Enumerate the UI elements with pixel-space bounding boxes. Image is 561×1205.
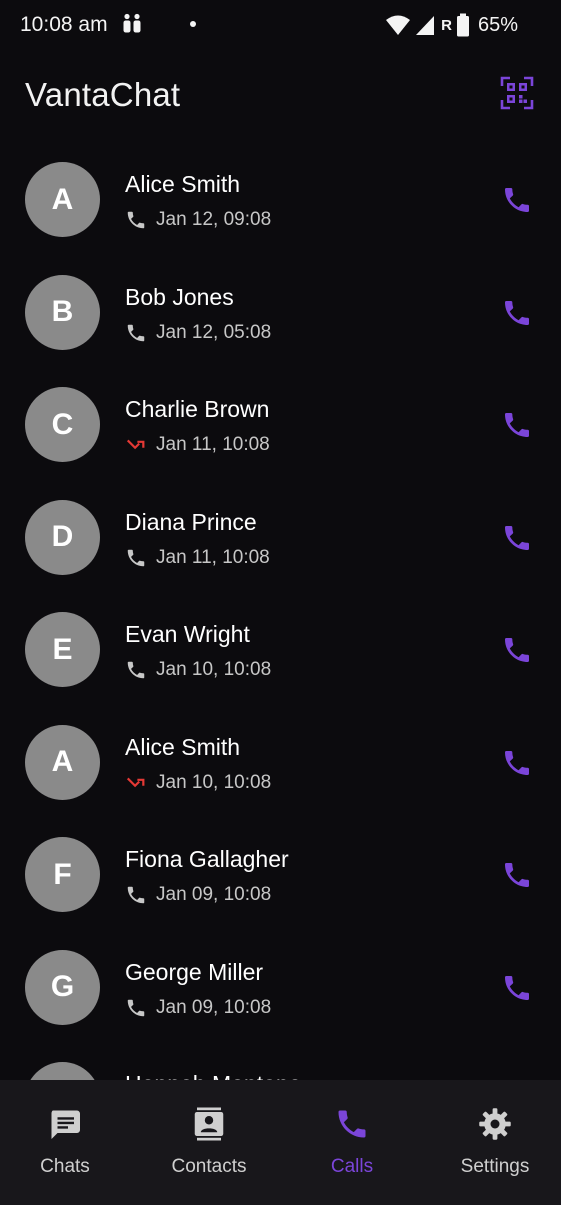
call-row[interactable]: G George Miller Jan 09, 10:08 bbox=[0, 933, 561, 1046]
call-time: Jan 11, 10:08 bbox=[156, 434, 270, 455]
avatar: H bbox=[25, 1062, 100, 1080]
phone-icon bbox=[332, 1104, 372, 1144]
gear-icon bbox=[475, 1104, 515, 1144]
call-meta: Jan 10, 10:08 bbox=[125, 659, 271, 681]
app-title: VantaChat bbox=[25, 76, 181, 113]
battery-percent: 65% bbox=[477, 13, 518, 36]
contact-name: Diana Prince bbox=[125, 508, 257, 535]
nav-settings[interactable]: Settings bbox=[448, 1080, 542, 1205]
call-list[interactable]: A Alice Smith Jan 12, 09:08 B Bob Jones … bbox=[0, 145, 561, 1080]
call-time: Jan 10, 10:08 bbox=[156, 659, 272, 680]
contacts-icon bbox=[189, 1104, 229, 1144]
call-button[interactable] bbox=[496, 517, 538, 559]
nav-label: Contacts bbox=[171, 1156, 247, 1177]
call-meta: Jan 11, 10:08 bbox=[125, 547, 270, 569]
avatar: D bbox=[25, 499, 100, 575]
call-button[interactable] bbox=[496, 629, 538, 671]
avatar: F bbox=[25, 837, 100, 912]
nav-contacts[interactable]: Contacts bbox=[160, 1080, 258, 1205]
call-button[interactable] bbox=[496, 404, 538, 446]
call-row[interactable]: E Evan Wright Jan 10, 10:08 bbox=[0, 595, 561, 708]
incoming-call-icon bbox=[127, 549, 145, 566]
incoming-call-icon bbox=[127, 211, 145, 229]
call-button[interactable] bbox=[496, 179, 538, 221]
roaming-indicator: R bbox=[441, 16, 452, 34]
nav-chats[interactable]: Chats bbox=[25, 1080, 105, 1205]
app-header: VantaChat bbox=[0, 60, 561, 130]
avatar: E bbox=[25, 612, 100, 687]
missed-call-icon bbox=[126, 439, 145, 450]
incoming-call-icon bbox=[127, 324, 145, 341]
call-meta: Jan 12, 05:08 bbox=[125, 322, 271, 344]
phone-icon bbox=[505, 750, 529, 775]
call-button[interactable] bbox=[496, 292, 538, 334]
incoming-call-icon bbox=[127, 886, 145, 904]
call-row[interactable]: C Charlie Brown Jan 11, 10:08 bbox=[0, 370, 561, 483]
call-time: Jan 11, 10:08 bbox=[156, 546, 270, 568]
incoming-call-icon bbox=[127, 999, 145, 1016]
qr-scan-icon bbox=[500, 76, 534, 110]
phone-icon bbox=[505, 975, 529, 1000]
nav-calls[interactable]: Calls bbox=[312, 1080, 392, 1205]
call-button[interactable] bbox=[496, 854, 538, 896]
nav-label: Calls bbox=[330, 1156, 374, 1177]
call-meta: Jan 11, 10:08 bbox=[125, 434, 270, 456]
contact-name: Evan Wright bbox=[125, 621, 250, 647]
call-row[interactable]: H Hannah Montana bbox=[0, 1045, 561, 1080]
call-row[interactable]: A Alice Smith Jan 12, 09:08 bbox=[0, 145, 561, 258]
nav-label: Chats bbox=[40, 1156, 90, 1177]
qr-scan-button[interactable] bbox=[498, 74, 536, 112]
call-row[interactable]: B Bob Jones Jan 12, 05:08 bbox=[0, 258, 561, 371]
call-time: Jan 10, 10:08 bbox=[156, 771, 272, 793]
avatar: G bbox=[25, 949, 100, 1025]
call-meta: Jan 09, 10:08 bbox=[125, 884, 271, 906]
phone-icon bbox=[505, 638, 529, 662]
avatar: A bbox=[25, 724, 100, 800]
call-meta: Jan 12, 09:08 bbox=[125, 209, 271, 231]
cell-signal-icon bbox=[415, 14, 435, 36]
wifi-icon bbox=[385, 14, 411, 36]
call-meta: Jan 09, 10:08 bbox=[125, 997, 271, 1019]
incoming-call-icon bbox=[127, 661, 145, 679]
contact-name: Bob Jones bbox=[125, 283, 234, 310]
call-time: Jan 09, 10:08 bbox=[156, 884, 272, 905]
phone-icon bbox=[505, 525, 529, 550]
call-time: Jan 09, 10:08 bbox=[156, 996, 272, 1018]
battery-icon bbox=[456, 13, 470, 37]
status-bar: 10:08 am R 65% bbox=[0, 0, 561, 52]
avatar: A bbox=[25, 162, 100, 237]
contact-name: Hannah Montana bbox=[125, 1071, 301, 1080]
bottom-nav: Chats Contacts Calls Settings bbox=[0, 1080, 561, 1205]
call-time: Jan 12, 05:08 bbox=[156, 321, 272, 343]
avatar: B bbox=[25, 274, 100, 350]
contact-name: Fiona Gallagher bbox=[125, 846, 289, 872]
phone-icon bbox=[505, 188, 529, 212]
phone-icon bbox=[505, 300, 529, 325]
phone-icon bbox=[505, 413, 529, 437]
phone-icon bbox=[505, 863, 529, 887]
call-time: Jan 12, 09:08 bbox=[156, 209, 272, 230]
call-meta: Jan 10, 10:08 bbox=[125, 772, 271, 794]
chat-icon bbox=[45, 1104, 85, 1144]
avatar: C bbox=[25, 387, 100, 462]
status-time: 10:08 am bbox=[20, 13, 108, 36]
contact-name: Alice Smith bbox=[125, 171, 241, 197]
call-button[interactable] bbox=[496, 742, 538, 784]
contact-name: Charlie Brown bbox=[125, 396, 270, 422]
status-indicators: R 65% bbox=[385, 12, 518, 38]
nav-label: Settings bbox=[460, 1156, 530, 1177]
people-icon bbox=[120, 12, 144, 36]
missed-call-icon bbox=[126, 777, 145, 787]
call-row[interactable]: A Alice Smith Jan 10, 10:08 bbox=[0, 708, 561, 821]
notification-dot-icon bbox=[190, 21, 196, 27]
call-row[interactable]: F Fiona Gallagher Jan 09, 10:08 bbox=[0, 820, 561, 933]
call-row[interactable]: D Diana Prince Jan 11, 10:08 bbox=[0, 483, 561, 596]
contact-name: George Miller bbox=[125, 958, 264, 985]
call-button[interactable] bbox=[496, 967, 538, 1009]
contact-name: Alice Smith bbox=[125, 733, 241, 760]
